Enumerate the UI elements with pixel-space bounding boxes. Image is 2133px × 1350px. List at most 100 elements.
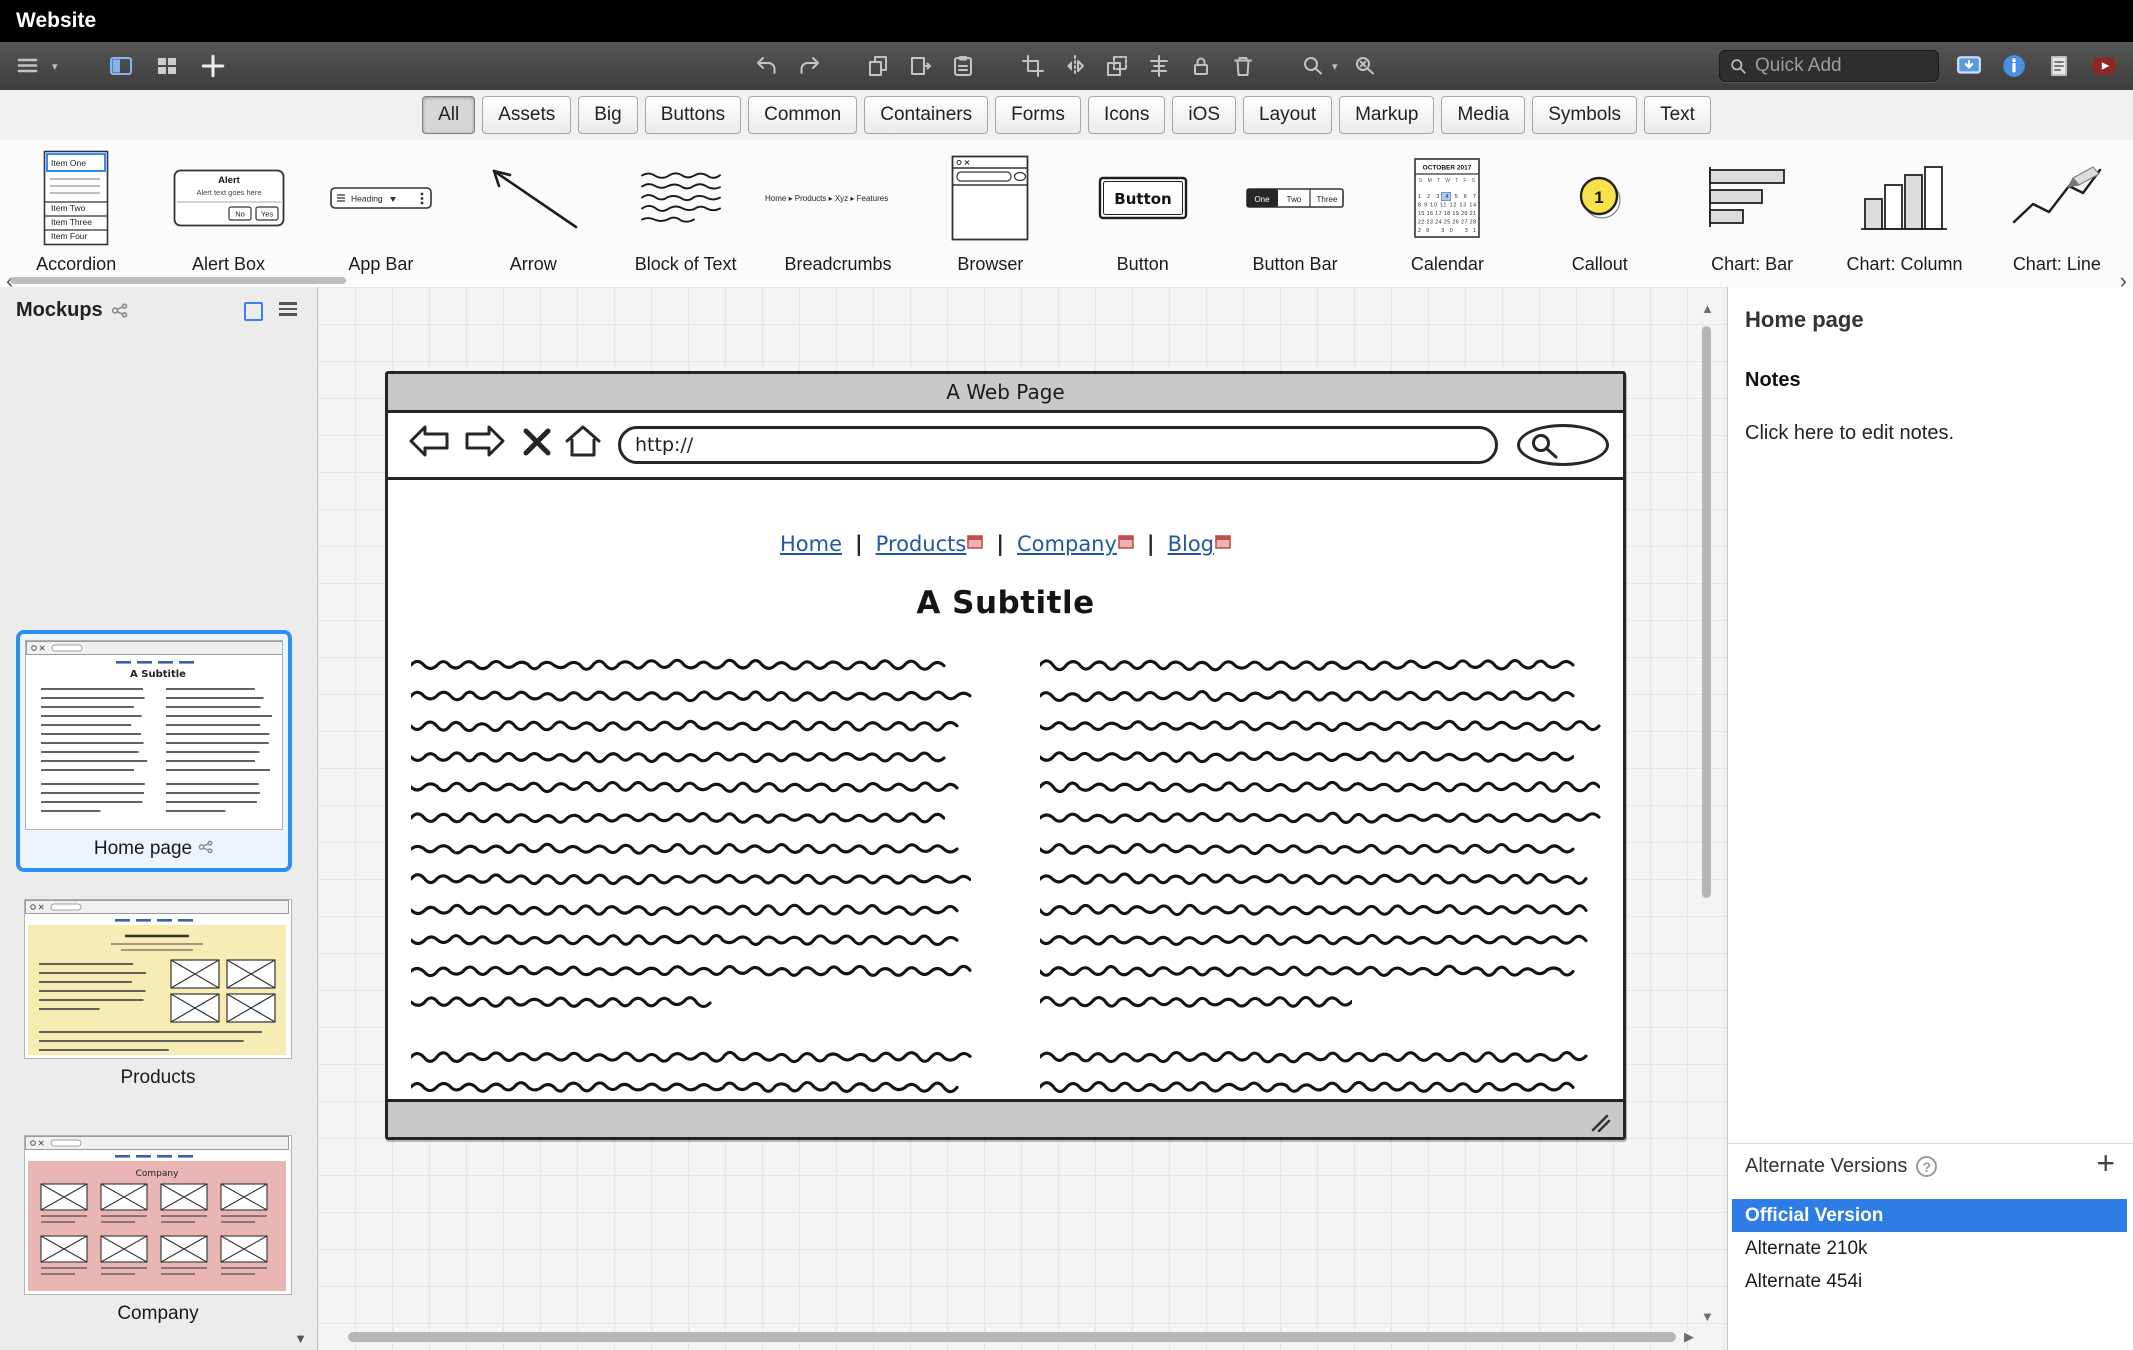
library-item-blockoftext[interactable]: Block of Text [609, 140, 761, 287]
zoom-cancel-icon[interactable] [1350, 51, 1380, 81]
library-item-chartcolumn[interactable]: Chart: Column [1828, 140, 1980, 287]
version-row[interactable]: Alternate 210k [1732, 1232, 2127, 1265]
tab-containers[interactable]: Containers [864, 96, 988, 134]
data-link-icon [1215, 532, 1231, 556]
library-item-chartbar[interactable]: Chart: Bar [1676, 140, 1828, 287]
library-item-calendar[interactable]: OCTOBER 2017S M T W T F S1 2 3 4 5 6 78 … [1371, 140, 1523, 287]
version-row[interactable]: Alternate 454i [1732, 1265, 2127, 1298]
mockup-thumbnail [24, 899, 292, 1059]
canvas-scroll-right-icon[interactable]: ▶ [1684, 1329, 1694, 1345]
scribble-line [411, 1079, 978, 1100]
quick-add-input[interactable]: Quick Add [1719, 50, 1939, 82]
svg-text:Alert text goes here: Alert text goes here [196, 188, 261, 197]
blockoftext-component-icon [609, 146, 761, 249]
strip-scrollbar[interactable] [10, 277, 346, 284]
magnifier-icon [1530, 432, 1560, 460]
svg-text:Item Two: Item Two [51, 203, 86, 213]
tutorials-icon[interactable] [2089, 51, 2119, 81]
tab-icons[interactable]: Icons [1088, 96, 1165, 134]
add-alternate-button[interactable]: + [2096, 1147, 2115, 1179]
canvas-horizontal-scrollbar[interactable] [348, 1332, 1676, 1342]
scribble-line [411, 657, 978, 678]
trash-icon[interactable] [1228, 51, 1258, 81]
library-item-button[interactable]: ButtonButton [1067, 140, 1219, 287]
library-item-chartline[interactable]: Chart: Line [1981, 140, 2133, 287]
notes-edit-hint[interactable]: Click here to edit notes. [1745, 422, 1954, 445]
redo-icon[interactable] [794, 51, 824, 81]
tab-all[interactable]: All [422, 96, 475, 134]
tab-symbols[interactable]: Symbols [1532, 96, 1637, 134]
svg-text:No: No [235, 209, 245, 218]
library-item-breadcrumbs[interactable]: Home ▸ Products ▸ Xyz ▸ Features Breadcru… [762, 140, 914, 287]
quick-add-placeholder: Quick Add [1755, 55, 1842, 77]
paste-icon[interactable] [948, 51, 978, 81]
tab-buttons[interactable]: Buttons [645, 96, 741, 134]
breadcrumbs-component-icon: Home ▸ Products ▸ Xyz ▸ Features [762, 146, 914, 249]
scribble-line [1040, 779, 1608, 800]
zoom-icon[interactable] [1298, 51, 1328, 81]
svg-text:8 9 10 11 12 13 14: 8 9 10 11 12 13 14 [1418, 202, 1476, 208]
panel-scroll-down-icon[interactable]: ▼ [294, 1331, 307, 1346]
nav-link-text: Blog [1168, 532, 1214, 556]
transform-icon[interactable] [1018, 51, 1048, 81]
library-item-label: Block of Text [635, 254, 737, 275]
info-icon[interactable] [1999, 51, 2029, 81]
flip-icon[interactable] [1060, 51, 1090, 81]
back-arrow-icon [408, 425, 450, 462]
canvas-scroll-up-icon[interactable]: ▲ [1701, 301, 1714, 316]
tab-markup[interactable]: Markup [1339, 96, 1434, 134]
split-view-icon[interactable] [106, 51, 136, 81]
thumbnail-view-icon[interactable] [244, 302, 263, 321]
help-icon[interactable]: ? [1916, 1156, 1937, 1177]
copy-icon[interactable] [864, 51, 894, 81]
mockup-card-products[interactable]: Products [24, 899, 292, 1089]
tab-layout[interactable]: Layout [1243, 96, 1332, 134]
undo-icon[interactable] [752, 51, 782, 81]
notes-icon[interactable] [2044, 51, 2074, 81]
mockup-card-home[interactable]: A SubtitleHome page [16, 630, 292, 872]
scribble-line [1040, 963, 1608, 984]
browser-wireframe[interactable]: A Web Page http:// [385, 371, 1626, 1140]
wireframe-nav-link: Products [876, 532, 984, 556]
scribble-line [411, 749, 978, 770]
grid-view-icon[interactable] [152, 51, 182, 81]
arrange-icon[interactable] [1102, 51, 1132, 81]
svg-text:Button: Button [1114, 190, 1171, 208]
alternates-heading-label: Alternate Versions [1745, 1155, 1907, 1178]
library-item-callout[interactable]: 1Callout [1524, 140, 1676, 287]
tab-media[interactable]: Media [1441, 96, 1525, 134]
library-item-alertbox[interactable]: AlertAlert text goes hereNoYesAlert Box [152, 140, 304, 287]
version-row[interactable]: Official Version [1732, 1199, 2127, 1232]
align-icon[interactable] [1144, 51, 1174, 81]
library-item-label: Breadcrumbs [784, 254, 891, 275]
scribble-line [1040, 1049, 1608, 1070]
tab-common[interactable]: Common [748, 96, 857, 134]
tab-text[interactable]: Text [1644, 96, 1711, 134]
library-item-appbar[interactable]: HeadingApp Bar [305, 140, 457, 287]
present-icon[interactable] [1954, 51, 1984, 81]
scribble-line [1040, 871, 1608, 892]
nav-separator: | [996, 532, 1004, 556]
tab-ios[interactable]: iOS [1172, 96, 1236, 134]
mockup-label-text: Company [117, 1303, 198, 1325]
library-item-accordion[interactable]: Item OneItem TwoItem ThreeItem FourAccor… [0, 140, 152, 287]
mockup-card-company[interactable]: CompanyCompany [24, 1135, 292, 1325]
editor-canvas[interactable]: A Web Page http:// [318, 287, 1727, 1350]
library-category-tabs: AllAssetsBigButtonsCommonContainersForms… [0, 90, 2133, 141]
tab-forms[interactable]: Forms [995, 96, 1081, 134]
library-item-buttonbar[interactable]: OneTwoThreeButton Bar [1219, 140, 1371, 287]
canvas-scroll-down-icon[interactable]: ▼ [1701, 1309, 1714, 1324]
list-view-icon[interactable] [279, 302, 297, 317]
notes-heading: Notes [1745, 369, 1801, 392]
inspector-mockup-title: Home page [1745, 307, 1864, 333]
menu-icon[interactable] [14, 51, 44, 81]
lock-icon[interactable] [1186, 51, 1216, 81]
library-item-arrow[interactable]: Arrow [457, 140, 609, 287]
duplicate-icon[interactable] [906, 51, 936, 81]
new-mockup-icon[interactable] [198, 51, 228, 81]
library-item-browser[interactable]: Browser [914, 140, 1066, 287]
tab-assets[interactable]: Assets [482, 96, 571, 134]
canvas-vertical-scrollbar[interactable] [1702, 326, 1711, 898]
arrow-component-icon [457, 146, 609, 249]
tab-big[interactable]: Big [578, 96, 637, 134]
